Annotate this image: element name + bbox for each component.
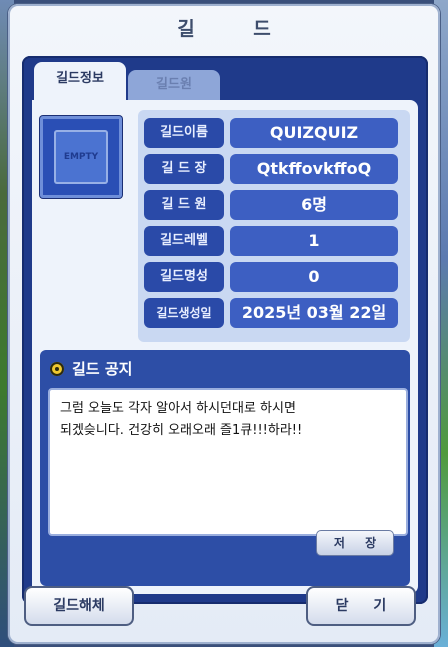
info-row-fame: 길드명성 0 xyxy=(144,262,404,292)
guild-leader-value: QtkffovkffoQ xyxy=(230,154,398,184)
notice-bullet-icon xyxy=(50,362,64,376)
save-button[interactable]: 저 장 xyxy=(316,530,394,556)
guild-window: 길 드 길드정보 길드원 EMPTY 길드이름 QUIZQUIZ 길 드 장 Q… xyxy=(8,4,440,644)
window-title: 길 드 xyxy=(177,18,297,40)
info-label: 길드명성 xyxy=(144,262,224,292)
info-label: 길 드 장 xyxy=(144,154,224,184)
info-row-leader: 길 드 장 QtkffovkffoQ xyxy=(144,154,404,184)
emblem-empty-icon: EMPTY xyxy=(54,130,108,184)
guild-info-content: EMPTY 길드이름 QUIZQUIZ 길 드 장 QtkffovkffoQ 길… xyxy=(32,100,418,594)
guild-members-value: 6명 xyxy=(230,190,398,220)
info-label: 길 드 원 xyxy=(144,190,224,220)
close-button[interactable]: 닫 기 xyxy=(306,586,416,626)
guild-level-value: 1 xyxy=(230,226,398,256)
notice-heading-label: 길드 공지 xyxy=(72,360,133,378)
info-row-created: 길드생성일 2025년 03월 22일 xyxy=(144,298,404,328)
dissolve-guild-button[interactable]: 길드해체 xyxy=(24,586,134,626)
guild-emblem[interactable]: EMPTY xyxy=(40,116,122,198)
info-label: 길드레벨 xyxy=(144,226,224,256)
notice-heading: 길드 공지 xyxy=(50,356,132,382)
guild-name-value: QUIZQUIZ xyxy=(230,118,398,148)
guild-panel: 길드정보 길드원 EMPTY 길드이름 QUIZQUIZ 길 드 장 Qtkff… xyxy=(22,56,428,604)
tab-guild-members[interactable]: 길드원 xyxy=(128,70,220,100)
info-row-name: 길드이름 QUIZQUIZ xyxy=(144,118,404,148)
guild-info-table: 길드이름 QUIZQUIZ 길 드 장 QtkffovkffoQ 길 드 원 6… xyxy=(138,110,410,342)
info-label: 길드생성일 xyxy=(144,298,224,328)
info-row-level: 길드레벨 1 xyxy=(144,226,404,256)
notice-textarea[interactable]: 그럼 오늘도 각자 알아서 하시던대로 하시면 되겠슺니다. 건강히 오래오래 … xyxy=(48,388,408,536)
guild-notice-section: 길드 공지 그럼 오늘도 각자 알아서 하시던대로 하시면 되겠슺니다. 건강히… xyxy=(40,350,410,586)
info-row-members: 길 드 원 6명 xyxy=(144,190,404,220)
guild-fame-value: 0 xyxy=(230,262,398,292)
tab-guild-info[interactable]: 길드정보 xyxy=(34,62,126,102)
info-label: 길드이름 xyxy=(144,118,224,148)
guild-created-value: 2025년 03월 22일 xyxy=(230,298,398,328)
